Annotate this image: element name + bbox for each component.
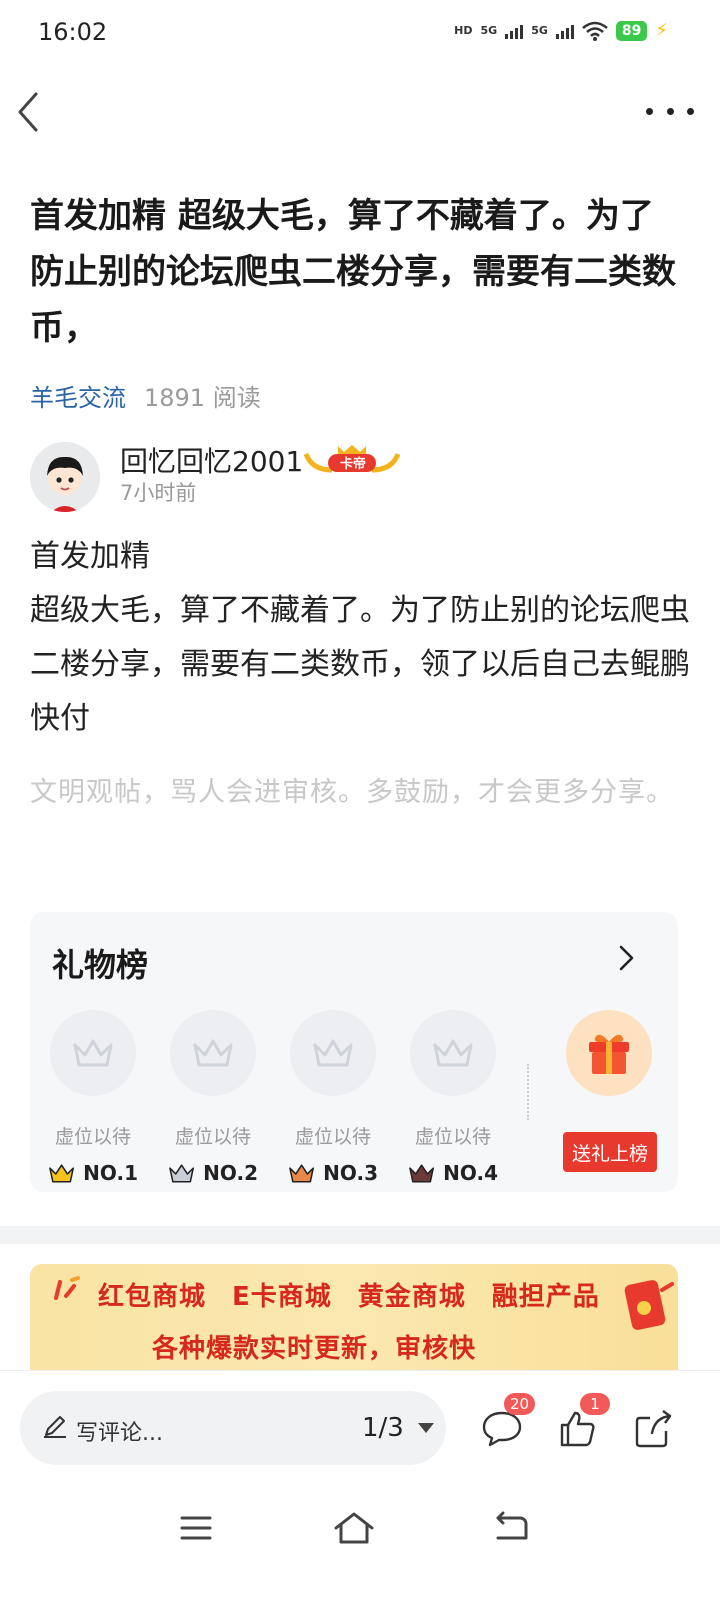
system-nav-bar bbox=[0, 1488, 720, 1578]
chevron-left-icon bbox=[18, 92, 38, 132]
gift-board-more-button[interactable] bbox=[614, 942, 638, 974]
vip-badge: 卡帝 bbox=[302, 442, 402, 476]
slot-rank: NO.2 bbox=[168, 1161, 258, 1185]
comment-input[interactable]: 写评论... 1/3 bbox=[20, 1391, 446, 1465]
bottom-action-bar: 写评论... 1/3 20 1 bbox=[0, 1370, 720, 1482]
slot-rank-label: NO.4 bbox=[443, 1161, 498, 1185]
section-divider bbox=[0, 1226, 720, 1244]
banner-item: 红包商城 bbox=[98, 1282, 207, 1312]
back-button[interactable] bbox=[14, 88, 54, 136]
slot-rank: NO.1 bbox=[48, 1161, 138, 1185]
status-icons: HD 5G 5G 89 ⚡ bbox=[454, 20, 668, 41]
hd-icon: HD bbox=[454, 24, 473, 37]
gift-board-title: 礼物榜 bbox=[52, 946, 149, 984]
like-button[interactable]: 1 bbox=[556, 1393, 610, 1451]
page-indicator[interactable]: 1/3 bbox=[362, 1413, 404, 1443]
badge-label: 卡帝 bbox=[340, 457, 367, 472]
caret-down-icon[interactable] bbox=[418, 1423, 434, 1433]
empty-slot-circle bbox=[410, 1010, 496, 1096]
wifi-icon bbox=[582, 21, 608, 41]
community-notice: 文明观帖，骂人会进审核。多鼓励，才会更多分享。 bbox=[30, 777, 674, 808]
send-gift-button[interactable]: 送礼上榜 bbox=[563, 1132, 657, 1172]
crown-icon bbox=[169, 1164, 195, 1183]
sparkle-icon bbox=[54, 1276, 80, 1300]
menu-icon bbox=[180, 1516, 212, 1540]
avatar[interactable] bbox=[30, 442, 100, 512]
banner-categories: 红包商城 E卡商城 黄金商城 融担产品 bbox=[98, 1276, 600, 1313]
comment-button[interactable]: 20 bbox=[480, 1393, 536, 1451]
gift-slot[interactable]: 虚位以待 NO.1 bbox=[48, 1010, 138, 1185]
home-nav-button[interactable] bbox=[332, 1508, 376, 1548]
gift-box-button[interactable] bbox=[566, 1010, 652, 1096]
slot-rank: NO.3 bbox=[288, 1161, 378, 1185]
post-detail-page: 16:02 HD 5G 5G 89 ⚡ 首发加精 超级大毛，算了不藏着了。为了防… bbox=[0, 0, 720, 1600]
home-icon bbox=[334, 1512, 374, 1544]
crown-outline-icon bbox=[313, 1039, 353, 1067]
empty-slot-circle bbox=[170, 1010, 256, 1096]
slot-placeholder: 虚位以待 bbox=[294, 1126, 371, 1148]
gift-slot[interactable]: 虚位以待 NO.4 bbox=[408, 1010, 498, 1185]
gift-board: 礼物榜 虚位以待 NO.1 虚位以待 NO.2 虚位以待 NO.3 虚位以待 N… bbox=[30, 912, 678, 1192]
crown-icon bbox=[289, 1164, 315, 1183]
slot-rank-label: NO.3 bbox=[323, 1161, 378, 1185]
read-count: 1891 阅读 bbox=[144, 384, 261, 412]
post-title: 首发加精 超级大毛，算了不藏着了。为了防止别的论坛爬虫二楼分享，需要有二类数币， bbox=[30, 196, 676, 348]
menu-nav-button[interactable] bbox=[176, 1508, 220, 1548]
like-count-badge: 1 bbox=[580, 1393, 610, 1415]
gift-icon bbox=[589, 1034, 629, 1074]
slot-rank-label: NO.2 bbox=[203, 1161, 258, 1185]
gift-slot[interactable]: 虚位以待 NO.2 bbox=[168, 1010, 258, 1185]
slot-placeholder: 虚位以待 bbox=[414, 1126, 491, 1148]
dot-icon bbox=[646, 107, 653, 115]
banner-subtitle: 各种爆款实时更新，审核快 bbox=[152, 1334, 477, 1364]
slot-rank-label: NO.1 bbox=[83, 1161, 138, 1185]
chevron-right-icon bbox=[619, 945, 634, 971]
comment-placeholder: 写评论... bbox=[76, 1421, 163, 1446]
crown-outline-icon bbox=[433, 1039, 473, 1067]
divider bbox=[527, 1064, 529, 1120]
crown-icon bbox=[409, 1164, 435, 1183]
signal-icon bbox=[505, 23, 524, 39]
post-content: 首发加精 超级大毛，算了不藏着了。为了防止别的论坛爬虫二楼分享，需要有二类数币，… bbox=[30, 530, 690, 746]
charging-icon: ⚡ bbox=[655, 20, 668, 41]
nav-bar bbox=[0, 80, 720, 144]
comment-count-badge: 20 bbox=[504, 1393, 536, 1415]
back-nav-button[interactable] bbox=[490, 1508, 534, 1548]
status-bar: 16:02 HD 5G 5G 89 ⚡ bbox=[0, 0, 720, 66]
post-time: 7小时前 bbox=[120, 481, 197, 505]
content-paragraph: 超级大毛，算了不藏着了。为了防止别的论坛爬虫二楼分享，需要有二类数币，领了以后自… bbox=[30, 593, 690, 736]
avatar-illustration bbox=[30, 442, 100, 512]
content-paragraph: 首发加精 bbox=[30, 539, 150, 574]
slot-placeholder: 虚位以待 bbox=[54, 1126, 131, 1148]
post-meta: 羊毛交流 1891 阅读 bbox=[30, 378, 261, 413]
signal-icon-2 bbox=[555, 23, 574, 39]
empty-slot-circle bbox=[290, 1010, 376, 1096]
network-5g-label-2: 5G bbox=[531, 24, 548, 37]
pen-icon bbox=[44, 1416, 66, 1438]
red-envelope-mascot-icon bbox=[624, 1280, 674, 1330]
forum-link[interactable]: 羊毛交流 bbox=[30, 378, 126, 413]
network-5g-label: 5G bbox=[480, 24, 498, 37]
promo-banner[interactable]: 红包商城 E卡商城 黄金商城 融担产品 各种爆款实时更新，审核快 bbox=[30, 1264, 678, 1370]
gift-slot[interactable]: 虚位以待 NO.3 bbox=[288, 1010, 378, 1185]
more-button[interactable] bbox=[646, 96, 694, 126]
author-name[interactable]: 回忆回忆2001 bbox=[120, 440, 303, 480]
dot-icon bbox=[666, 107, 674, 115]
status-time: 16:02 bbox=[38, 18, 108, 46]
back-arrow-icon bbox=[496, 1511, 528, 1540]
share-icon bbox=[635, 1410, 672, 1448]
empty-slot-circle bbox=[50, 1010, 136, 1096]
crown-outline-icon bbox=[193, 1039, 233, 1067]
dot-icon bbox=[687, 107, 694, 115]
slot-rank: NO.4 bbox=[408, 1161, 498, 1185]
battery-level: 89 bbox=[615, 20, 648, 41]
banner-item: 黄金商城 bbox=[357, 1282, 466, 1312]
slot-placeholder: 虚位以待 bbox=[174, 1126, 251, 1148]
crown-icon bbox=[49, 1164, 75, 1183]
share-button[interactable] bbox=[632, 1407, 676, 1451]
banner-item: 融担产品 bbox=[491, 1282, 600, 1312]
banner-item: E卡商城 bbox=[232, 1282, 332, 1312]
crown-outline-icon bbox=[73, 1039, 113, 1067]
